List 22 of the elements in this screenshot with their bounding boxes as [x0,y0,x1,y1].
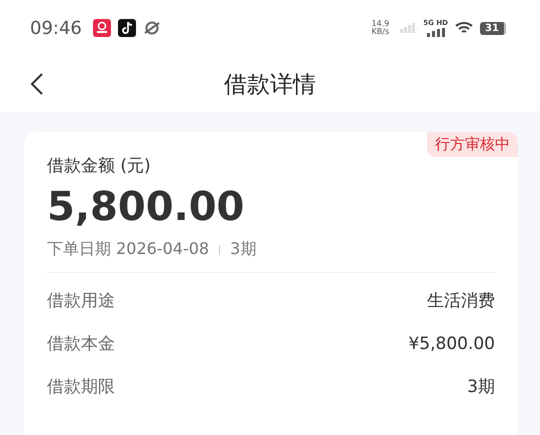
signal-icon [400,23,416,33]
signal-icon [426,28,445,37]
back-icon[interactable] [30,72,44,96]
detail-value: ¥5,800.00 [408,334,495,354]
page-title: 借款详情 [224,70,316,100]
speed-unit: KB/s [372,28,390,36]
detail-label: 借款用途 [47,290,115,312]
music-note-icon [118,19,136,37]
status-time: 09:46 [30,18,82,38]
status-badge: 行方审核中 [427,132,518,157]
amount-label: 借款金额 (元) [47,155,152,177]
detail-value: 3期 [467,376,495,398]
app-icon [92,19,111,37]
wifi-icon [455,21,473,35]
loan-amount: 5,800.00 [47,183,246,231]
network-speed: 14.9 [371,20,390,28]
detail-label: 借款期限 [47,376,115,398]
detail-label: 借款本金 [47,333,115,355]
battery-level: 31 [485,22,499,34]
order-date: 下单日期 2026-04-08 [47,239,210,260]
detail-value: 生活消费 [427,290,495,312]
installment-count: 3期 [230,239,256,260]
